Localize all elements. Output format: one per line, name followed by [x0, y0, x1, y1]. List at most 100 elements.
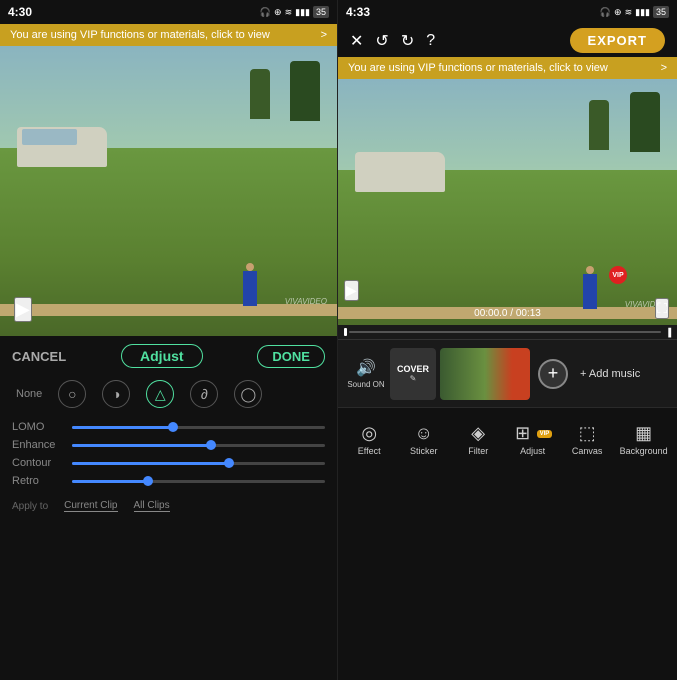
- cancel-button[interactable]: CANCEL: [12, 349, 66, 364]
- slider-enhance-track[interactable]: [72, 444, 325, 447]
- right-status-icons: 🎧 ⊕ ≋ ▮▮▮ 35: [600, 6, 669, 18]
- slider-contour-fill: [72, 462, 229, 465]
- tree-2: [250, 69, 270, 119]
- wifi-icon: ≋: [285, 7, 293, 18]
- add-music-button[interactable]: + Add music: [572, 364, 648, 384]
- effect-label: Effect: [358, 446, 381, 456]
- slider-lomo-thumb[interactable]: [168, 422, 178, 432]
- apply-label: Apply to: [12, 501, 48, 512]
- video-clip[interactable]: [440, 348, 530, 400]
- left-vip-banner[interactable]: You are using VIP functions or materials…: [0, 24, 337, 46]
- apply-row: Apply to Current Clip All Clips: [0, 494, 337, 520]
- toolbar-item-effect[interactable]: ◎ Effect: [347, 423, 391, 456]
- battery-icon: 35: [313, 6, 329, 18]
- sticker-label: Sticker: [410, 446, 438, 456]
- left-vip-chevron: >: [321, 29, 327, 41]
- left-play-button[interactable]: ▶: [14, 297, 32, 322]
- r-tree-1: [630, 92, 660, 152]
- right-video-area: VIP VIVAVIDEO ▶ 00:00.0 / 00:13 ⛶ ▐: [338, 79, 677, 339]
- left-status-icons: 🎧 ⊕ ≋ ▮▮▮ 35: [260, 6, 329, 18]
- adjust-button[interactable]: Adjust: [121, 344, 203, 368]
- right-vip-banner-text: You are using VIP functions or materials…: [348, 62, 608, 74]
- slider-lomo-fill: [72, 426, 173, 429]
- filter-none-label: None: [16, 388, 42, 400]
- toolbar-item-adjust[interactable]: ⊞ VIP Adjust: [511, 423, 555, 456]
- left-video-scene: VIVAVIDEO: [0, 46, 337, 336]
- slider-contour-label: Contour: [12, 457, 64, 469]
- slider-enhance-thumb[interactable]: [206, 440, 216, 450]
- left-status-time: 4:30: [8, 5, 32, 19]
- filter-icons-row: None ○ ◑ △ ∂ ◯: [0, 376, 337, 416]
- toolbar-item-canvas[interactable]: ⬚ Canvas: [565, 423, 609, 456]
- undo-button[interactable]: ↺: [375, 31, 388, 51]
- r-scene-van: [355, 152, 445, 192]
- background-label: Background: [620, 446, 668, 456]
- slider-retro-thumb[interactable]: [143, 476, 153, 486]
- apply-all-clips[interactable]: All Clips: [134, 500, 170, 512]
- cover-label: COVER: [397, 364, 429, 374]
- right-timestamp: 00:00.0 / 00:13: [474, 308, 541, 319]
- filter-icon-bottom: ◈: [471, 423, 485, 444]
- slider-enhance-fill: [72, 444, 211, 447]
- done-button[interactable]: DONE: [257, 345, 325, 368]
- scrubber-bar[interactable]: ▐: [338, 325, 677, 339]
- controls-area: CANCEL Adjust DONE None ○ ◑ △ ∂ ◯ LOMO E…: [0, 336, 337, 520]
- filter-icon-circle[interactable]: ○: [58, 380, 86, 408]
- right-top-toolbar: ✕ ↺ ↻ ? EXPORT: [338, 24, 677, 57]
- filter-icon-extra[interactable]: ◯: [234, 380, 262, 408]
- fullscreen-button[interactable]: ⛶: [655, 298, 669, 319]
- slider-enhance-label: Enhance: [12, 439, 64, 451]
- right-play-button[interactable]: ▶: [344, 280, 359, 301]
- r-tree-2: [589, 100, 609, 150]
- filter-icon-curve[interactable]: ∂: [190, 380, 218, 408]
- redo-button[interactable]: ↻: [401, 31, 414, 51]
- add-clip-button[interactable]: +: [538, 359, 568, 389]
- toolbar-item-background[interactable]: ▦ Background: [620, 423, 668, 456]
- add-music-text: + Add music: [580, 368, 640, 380]
- filter-label-bottom: Filter: [468, 446, 488, 456]
- adjust-label-bottom: Adjust: [520, 446, 545, 456]
- slider-row-lomo: LOMO: [0, 418, 337, 436]
- slider-contour-thumb[interactable]: [224, 458, 234, 468]
- right-status-time: 4:33: [346, 5, 370, 19]
- slider-retro-track[interactable]: [72, 480, 325, 483]
- r-wifi-icon: ≋: [625, 7, 633, 18]
- apply-current-clip[interactable]: Current Clip: [64, 500, 117, 512]
- bluetooth-icon: ⊕: [274, 7, 282, 18]
- right-video-scene: VIP VIVAVIDEO: [338, 79, 677, 339]
- close-button[interactable]: ✕: [350, 31, 363, 51]
- cover-clip[interactable]: COVER ✎: [390, 348, 436, 400]
- slider-row-contour: Contour: [0, 454, 337, 472]
- slider-row-enhance: Enhance: [0, 436, 337, 454]
- r-battery-icon: 35: [653, 6, 669, 18]
- r-headphone-icon: 🎧: [600, 7, 611, 18]
- right-status-bar: 4:33 🎧 ⊕ ≋ ▮▮▮ 35: [338, 0, 677, 24]
- toolbar-item-filter[interactable]: ◈ Filter: [456, 423, 500, 456]
- cover-edit-icon: ✎: [410, 374, 417, 383]
- filter-icon-triangle[interactable]: △: [146, 380, 174, 408]
- left-panel: 4:30 🎧 ⊕ ≋ ▮▮▮ 35 You are using VIP func…: [0, 0, 338, 680]
- signal-icon: ▮▮▮: [295, 7, 310, 18]
- sound-icon: 🔊: [356, 358, 376, 378]
- sound-on-button[interactable]: 🔊 Sound ON: [346, 358, 386, 389]
- adjust-vip-badge: VIP: [537, 430, 553, 438]
- left-status-bar: 4:30 🎧 ⊕ ≋ ▮▮▮ 35: [0, 0, 337, 24]
- scene-van: [17, 127, 107, 167]
- slider-lomo-label: LOMO: [12, 421, 64, 433]
- toolbar-item-sticker[interactable]: ☺ Sticker: [402, 423, 446, 456]
- scene-person: [243, 271, 257, 306]
- controls-top-row: CANCEL Adjust DONE: [0, 344, 337, 376]
- timeline-strip: 🔊 Sound ON COVER ✎ + + Add music: [338, 339, 677, 407]
- right-vip-banner[interactable]: You are using VIP functions or materials…: [338, 57, 677, 79]
- help-button[interactable]: ?: [426, 32, 435, 50]
- filter-icon-drop[interactable]: ◑: [102, 380, 130, 408]
- export-button[interactable]: EXPORT: [570, 28, 665, 53]
- slider-contour-track[interactable]: [72, 462, 325, 465]
- slider-lomo-track[interactable]: [72, 426, 325, 429]
- background-icon: ▦: [635, 423, 652, 444]
- headphone-icon: 🎧: [260, 7, 271, 18]
- canvas-label: Canvas: [572, 446, 603, 456]
- scrubber-track: [349, 331, 661, 333]
- r-scene-person: [583, 274, 597, 309]
- canvas-icon: ⬚: [579, 423, 596, 444]
